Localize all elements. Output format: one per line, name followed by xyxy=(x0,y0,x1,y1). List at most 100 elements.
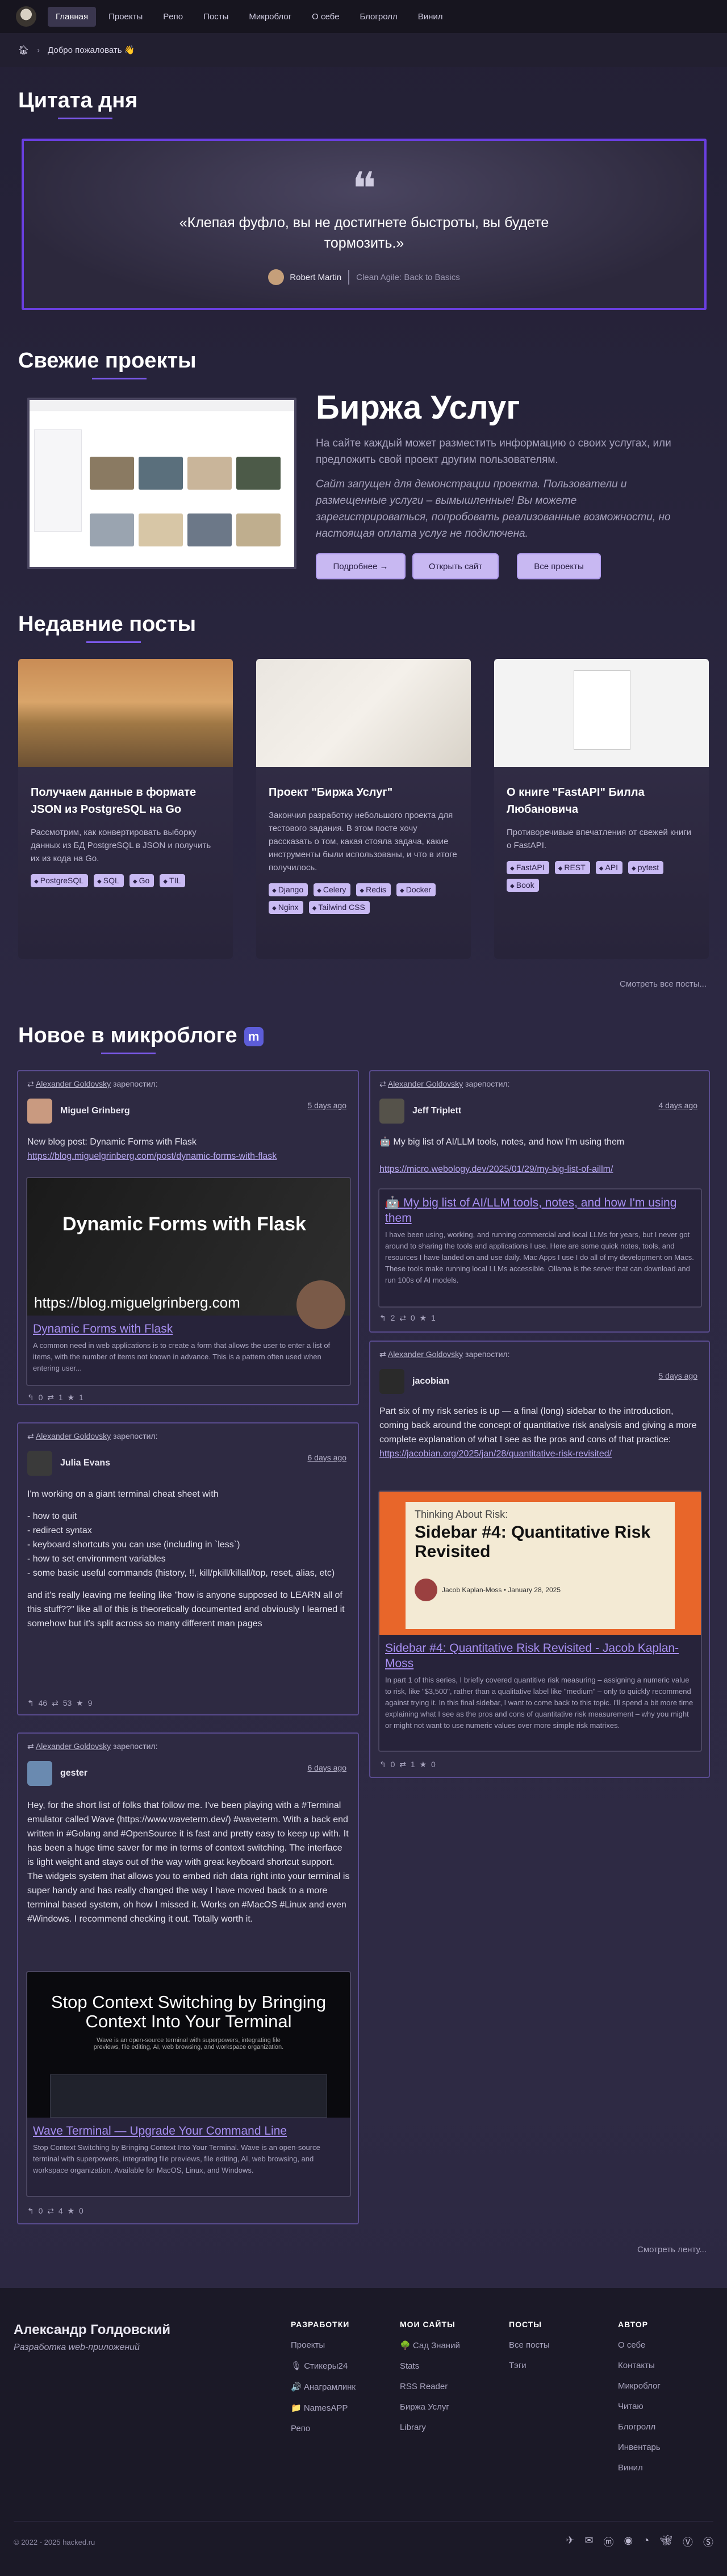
post-author[interactable]: Julia Evans xyxy=(60,1458,110,1468)
nav-projects[interactable]: Проекты xyxy=(101,7,151,27)
preview-title[interactable]: Wave Terminal — Upgrade Your Command Lin… xyxy=(33,2123,344,2139)
reposter-link[interactable]: Alexander Goldovsky xyxy=(388,1079,463,1088)
tag[interactable]: TIL xyxy=(160,874,186,887)
nav-about[interactable]: О себе xyxy=(304,7,347,27)
footer-link[interactable]: 🔊 Анаграмлинк xyxy=(291,2382,356,2392)
telegram-icon[interactable]: ✈ xyxy=(566,2535,574,2549)
avatar[interactable] xyxy=(27,1451,52,1476)
link-preview[interactable]: Dynamic Forms with Flask https://blog.mi… xyxy=(26,1177,351,1386)
preview-title[interactable]: Sidebar #4: Quantitative Risk Revisited … xyxy=(385,1640,695,1671)
footer-link[interactable]: Stats xyxy=(400,2361,460,2371)
tag[interactable]: REST xyxy=(554,861,590,874)
post-date[interactable]: 6 days ago xyxy=(308,1453,347,1462)
footer-link[interactable]: 🎙 Стикеры24 xyxy=(291,2361,356,2371)
footer-link[interactable]: Тэги xyxy=(509,2361,550,2370)
footer-link[interactable]: RSS Reader xyxy=(400,2382,460,2391)
post-author[interactable]: Miguel Grinberg xyxy=(60,1106,130,1116)
bluesky-icon[interactable]: 🦋︎ xyxy=(659,2535,672,2549)
tag[interactable]: pytest xyxy=(628,861,664,874)
nav-microblog[interactable]: Микроблог xyxy=(241,7,299,27)
reposter-link[interactable]: Alexander Goldovsky xyxy=(36,1742,111,1751)
post-link[interactable]: https://jacobian.org/2025/jan/28/quantit… xyxy=(379,1449,612,1459)
footer-link[interactable]: Инвентарь xyxy=(618,2443,661,2452)
preview-title[interactable]: 🤖 My big list of AI/LLM tools, notes, an… xyxy=(385,1195,695,1226)
post-author[interactable]: gester xyxy=(60,1768,87,1778)
avatar[interactable] xyxy=(379,1099,404,1124)
post-date[interactable]: 5 days ago xyxy=(659,1371,698,1380)
link-preview[interactable]: Stop Context Switching by Bringing Conte… xyxy=(26,1971,351,2197)
project-more-button[interactable]: Подробнее → xyxy=(316,553,406,579)
nav-home[interactable]: Главная xyxy=(48,6,97,27)
footer-link[interactable]: Винил xyxy=(618,2463,661,2473)
tag[interactable]: Django xyxy=(269,883,308,896)
all-posts-link[interactable]: Смотреть все посты... xyxy=(620,979,707,989)
post-card[interactable]: О книге "FastAPI" Билла Любановича Проти… xyxy=(494,659,709,959)
post-card[interactable]: Проект "Биржа Услуг" Закончил разработку… xyxy=(256,659,471,959)
post-author[interactable]: Jeff Triplett xyxy=(412,1106,461,1116)
reposter-link[interactable]: Alexander Goldovsky xyxy=(36,1079,111,1088)
preview-title[interactable]: Dynamic Forms with Flask xyxy=(33,1321,344,1337)
tag[interactable]: Redis xyxy=(356,883,391,896)
link-preview[interactable]: 🤖 My big list of AI/LLM tools, notes, an… xyxy=(378,1188,702,1308)
nav-repo[interactable]: Рeпо xyxy=(155,7,191,27)
mastodon-icon[interactable]: ⓜ xyxy=(604,2535,614,2549)
footer-link[interactable]: Биржа Услуг xyxy=(400,2402,460,2412)
post-card[interactable]: Получаем данные в формате JSON из Postgr… xyxy=(18,659,233,959)
quote-icon: ❝ xyxy=(352,162,377,215)
footer-link[interactable]: 🌳 Сад Знаний xyxy=(400,2340,460,2350)
tag[interactable]: Book xyxy=(507,879,539,892)
footer-link[interactable]: Все посты xyxy=(509,2340,550,2350)
rss-icon[interactable]: ◔ xyxy=(643,2535,649,2549)
footer-link[interactable]: Проекты xyxy=(291,2340,356,2350)
all-projects-button[interactable]: Все проекты xyxy=(517,553,601,579)
nav-vinyl[interactable]: Винил xyxy=(410,7,451,27)
footer-link[interactable]: Контакты xyxy=(618,2361,661,2370)
post-title[interactable]: Проект "Биржа Услуг" xyxy=(269,784,458,801)
footer-link[interactable]: Блогролл xyxy=(618,2422,661,2432)
tag[interactable]: PostgreSQL xyxy=(31,874,89,887)
tag[interactable]: SQL xyxy=(94,874,124,887)
post-link[interactable]: https://blog.miguelgrinberg.com/post/dyn… xyxy=(27,1151,277,1161)
post-date[interactable]: 6 days ago xyxy=(308,1763,347,1772)
footer-col-dev: РАЗРАБОТКИ Проекты 🎙 Стикеры24 🔊 Анаграм… xyxy=(291,2320,356,2433)
mail-icon[interactable]: ✉ xyxy=(584,2535,593,2549)
reposter-link[interactable]: Alexander Goldovsky xyxy=(388,1350,463,1359)
reposter-link[interactable]: Alexander Goldovsky xyxy=(36,1431,111,1441)
github-icon[interactable]: ◉ xyxy=(624,2535,633,2549)
nav-posts[interactable]: Посты xyxy=(195,7,236,27)
tag[interactable]: Celery xyxy=(314,883,351,896)
avatar[interactable] xyxy=(379,1369,404,1394)
tag[interactable]: FastAPI xyxy=(507,861,549,874)
project-screenshot[interactable] xyxy=(27,398,296,569)
post-author[interactable]: jacobian xyxy=(412,1376,449,1387)
footer-link[interactable]: О себе xyxy=(618,2340,661,2350)
site-logo[interactable] xyxy=(16,6,36,27)
post-date[interactable]: 4 days ago xyxy=(659,1101,698,1110)
footer-link[interactable]: Library xyxy=(400,2423,460,2432)
microblog-feed-link[interactable]: Смотреть ленту... xyxy=(637,2245,707,2254)
nav-blogroll[interactable]: Блогролл xyxy=(352,7,405,27)
mastodon-icon[interactable]: m xyxy=(244,1026,264,1046)
post-link[interactable]: https://micro.webology.dev/2025/01/29/my… xyxy=(379,1162,701,1176)
home-icon[interactable]: 🏠︎ xyxy=(18,45,29,55)
tag[interactable]: Go xyxy=(129,874,154,887)
tag[interactable]: Nginx xyxy=(269,901,303,914)
footer-link[interactable]: 📁 NamesAPP xyxy=(291,2403,356,2413)
footer-link[interactable]: Репо xyxy=(291,2424,356,2433)
post-date[interactable]: 5 days ago xyxy=(308,1101,347,1110)
vk-icon[interactable]: Ⓥ xyxy=(683,2535,693,2549)
footer-link[interactable]: Микроблог xyxy=(618,2381,661,2391)
tag[interactable]: API xyxy=(595,861,623,874)
tag[interactable]: Tailwind CSS xyxy=(308,901,370,914)
tag[interactable]: Docker xyxy=(396,883,436,896)
post-title[interactable]: Получаем данные в формате JSON из Postgr… xyxy=(31,784,220,818)
strava-icon[interactable]: Ⓢ xyxy=(703,2535,713,2549)
avatar[interactable] xyxy=(27,1761,52,1786)
link-preview[interactable]: Thinking About Risk: Sidebar #4: Quantit… xyxy=(378,1491,702,1752)
open-site-button[interactable]: Открыть сайт xyxy=(412,553,499,579)
avatar[interactable] xyxy=(27,1099,52,1124)
footer-link[interactable]: Читаю xyxy=(618,2402,661,2411)
post-title[interactable]: О книге "FastAPI" Билла Любановича xyxy=(507,784,696,818)
chevron-right-icon: › xyxy=(37,45,40,55)
project-title[interactable]: Биржа Услуг xyxy=(316,389,520,427)
